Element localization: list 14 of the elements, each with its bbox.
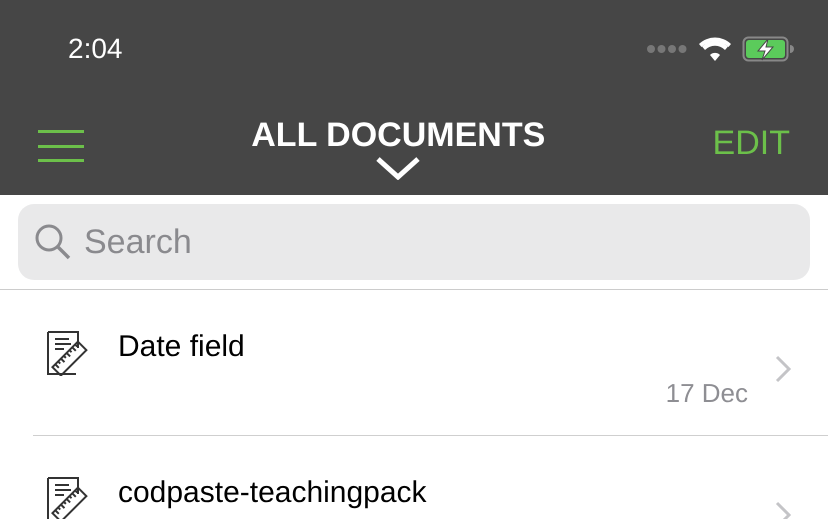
document-row[interactable]: codpaste-teachingpack bbox=[0, 436, 828, 519]
search-field[interactable]: Search bbox=[18, 204, 810, 280]
chevron-right-icon bbox=[774, 354, 792, 384]
document-row[interactable]: Date field 17 Dec bbox=[0, 290, 828, 436]
wifi-icon bbox=[698, 36, 732, 62]
search-icon bbox=[34, 223, 72, 261]
document-date: 17 Dec bbox=[666, 376, 748, 410]
document-title: Date field bbox=[118, 329, 246, 365]
chevron-down-icon bbox=[375, 156, 422, 180]
document-title: codpaste-teachingpack bbox=[118, 475, 428, 511]
status-time: 2:04 bbox=[68, 32, 122, 66]
edit-button[interactable]: EDIT bbox=[712, 126, 790, 160]
signal-icon bbox=[646, 44, 688, 54]
documents-dropdown[interactable]: ALL DOCUMENTS bbox=[251, 118, 546, 180]
